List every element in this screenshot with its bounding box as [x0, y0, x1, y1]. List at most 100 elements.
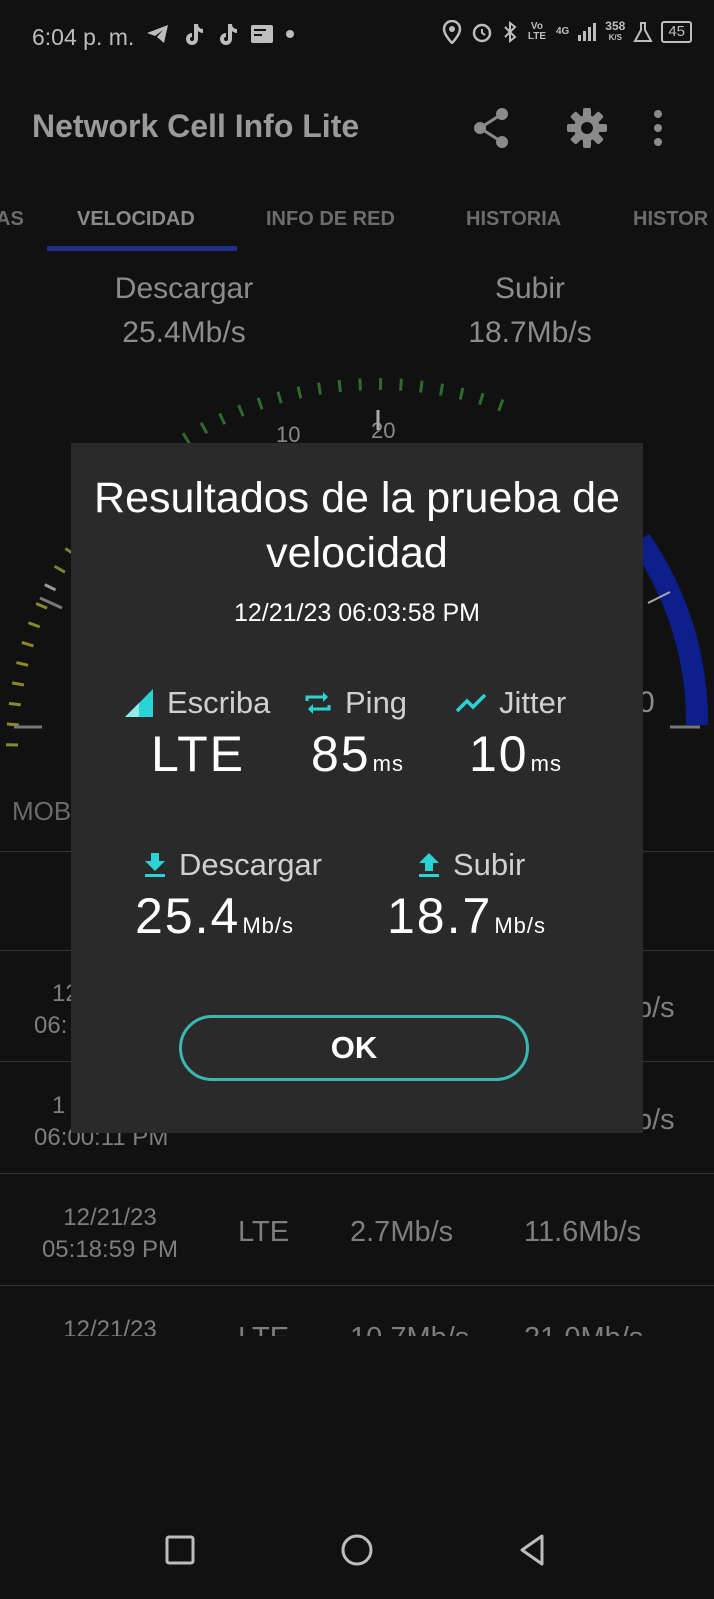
- recents-square-icon[interactable]: [160, 1530, 200, 1570]
- dialog-title: Resultados de la prueba de velocidad: [94, 474, 620, 577]
- type-label-text: Escriba: [167, 685, 271, 720]
- telegram-icon: [147, 25, 168, 43]
- tab-historia-partial[interactable]: HISTOR: [633, 208, 708, 231]
- download-arrow-icon: [145, 853, 165, 877]
- jitter-label: Jitter: [455, 685, 566, 721]
- repeat-arrows-icon: [305, 692, 331, 714]
- ping-value-number: 85: [311, 726, 371, 782]
- gauge-tick: [27, 621, 41, 629]
- location-icon: [442, 20, 462, 44]
- history-upload: 11.6Mb/s: [524, 1216, 642, 1248]
- gauge-tick: [6, 722, 19, 727]
- gauge-tick: [358, 378, 362, 391]
- system-nav-bar: [0, 1500, 714, 1599]
- upload-arrow-icon: [419, 853, 439, 877]
- history-row[interactable]: 12/21/23 05:18:59 PM LTE 2.7Mb/s 11.6Mb/…: [0, 1194, 714, 1304]
- network-type: 4G: [555, 26, 570, 37]
- gauge-tick: [35, 602, 48, 610]
- flask-icon: [633, 22, 653, 42]
- dot-icon: [286, 30, 294, 38]
- history-download: 10.7Mb/s: [350, 1322, 469, 1336]
- tab-bar: AS VELOCIDAD INFO DE RED HISTORIA HISTOR: [0, 190, 714, 254]
- trending-line-icon: [455, 693, 487, 713]
- ping-label-text: Ping: [345, 685, 408, 720]
- share-icon[interactable]: [468, 104, 516, 152]
- signal-icon: [578, 23, 597, 41]
- gauge-tick: [497, 399, 505, 412]
- mobile-label: MOB: [12, 796, 72, 826]
- type-label: Escriba: [123, 685, 270, 721]
- upload-summary-label: Subir: [494, 272, 566, 305]
- data-speed-value: 358: [605, 19, 626, 33]
- history-time: 05:18:59 PM: [41, 1236, 179, 1263]
- volte-indicator: Vo LTE: [527, 21, 547, 42]
- gauge-tick: [237, 404, 245, 417]
- upload-summary: Subir 18.7Mb/s: [400, 272, 660, 350]
- gauge-tick: [399, 378, 403, 391]
- data-speed: 358 K/S: [605, 19, 626, 43]
- type-value: LTE: [151, 725, 245, 783]
- history-type: LTE: [238, 1216, 290, 1248]
- dialog-timestamp: 12/21/23 06:03:58 PM: [233, 599, 481, 627]
- ping-unit: ms: [372, 751, 404, 776]
- settings-gear-icon[interactable]: [563, 104, 611, 152]
- app-bar: Network Cell Info Lite: [0, 88, 714, 168]
- upload-label: Subir: [417, 847, 525, 883]
- home-circle-icon[interactable]: [337, 1530, 377, 1570]
- history-date: 12/21/23: [63, 1204, 157, 1231]
- signal-triangle-icon: [125, 689, 153, 717]
- bluetooth-icon: [504, 20, 517, 44]
- gauge-tick: [8, 701, 22, 707]
- gauge-tick: [21, 641, 34, 648]
- gauge-tick: [256, 397, 264, 410]
- gauge-tick: [53, 564, 66, 574]
- more-vert-icon[interactable]: [646, 104, 670, 152]
- gauge-tick: [296, 386, 303, 399]
- data-speed-unit: K/S: [608, 33, 622, 42]
- jitter-value-number: 10: [469, 726, 529, 782]
- gauge-tick: [337, 379, 342, 393]
- jitter-value: 10ms: [469, 725, 562, 783]
- ping-value: 85ms: [311, 725, 404, 783]
- gauge-label-20: 20: [371, 418, 395, 443]
- upload-value-number: 18.7: [387, 888, 493, 944]
- status-bar: 6:04 p. m. Vo LTE 4G 358 K/S 45: [0, 0, 714, 74]
- notification-icons: [146, 22, 294, 46]
- gauge-tick: [478, 392, 485, 406]
- back-triangle-icon[interactable]: [512, 1530, 552, 1570]
- battery-indicator: 45: [661, 21, 692, 43]
- download-value-number: 25.4: [135, 888, 241, 944]
- download-summary: Descargar 25.4Mb/s: [54, 272, 314, 350]
- app-title: Network Cell Info Lite: [32, 108, 360, 144]
- gauge-tick: [419, 380, 424, 393]
- download-unit: Mb/s: [242, 913, 295, 938]
- history-row-partial[interactable]: 12/21/23 LTE 10.7Mb/s 21.0Mb/s: [0, 1306, 714, 1336]
- download-summary-value: 25.4Mb/s: [122, 316, 246, 349]
- tab-historia[interactable]: HISTORIA: [466, 208, 561, 231]
- history-type: LTE: [238, 1322, 289, 1336]
- ok-button[interactable]: OK: [179, 1015, 529, 1081]
- tab-info-de-red[interactable]: INFO DE RED: [266, 208, 395, 231]
- tiktok-icon: [220, 24, 237, 45]
- status-time: 6:04 p. m.: [32, 24, 135, 50]
- download-summary-label: Descargar: [114, 272, 254, 305]
- gauge-tick: [11, 681, 25, 687]
- upload-unit: Mb/s: [494, 913, 547, 938]
- gauge-tick: [458, 387, 465, 400]
- ping-label: Ping: [303, 685, 407, 721]
- download-value: 25.4Mb/s: [135, 887, 294, 945]
- history-date: 12/21/23: [63, 1316, 157, 1336]
- tab-partial-left[interactable]: AS: [0, 208, 24, 231]
- tab-velocidad[interactable]: VELOCIDAD: [77, 208, 195, 231]
- history-download: 2.7Mb/s: [350, 1216, 454, 1248]
- gauge-tick: [276, 391, 283, 404]
- upload-label-text: Subir: [453, 847, 526, 882]
- download-label-text: Descargar: [179, 847, 322, 882]
- download-label: Descargar: [143, 847, 322, 883]
- jitter-label-text: Jitter: [499, 685, 567, 720]
- system-icons: Vo LTE 4G 358 K/S 45: [442, 20, 692, 44]
- card-icon: [251, 25, 273, 43]
- alarm-icon: [472, 23, 492, 43]
- gauge-tick: [439, 383, 445, 396]
- tiktok-icon: [186, 24, 203, 45]
